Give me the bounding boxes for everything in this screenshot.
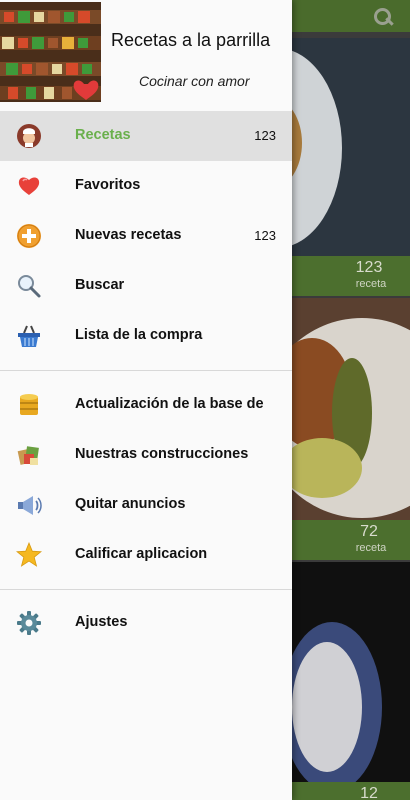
- menu-item-actualizacion-base[interactable]: Actualización de la base de: [0, 380, 292, 430]
- menu-item-buscar[interactable]: Buscar: [0, 261, 292, 311]
- menu-label: Quitar anuncios: [75, 496, 186, 512]
- recipe-unit: receta: [355, 278, 387, 290]
- recipe-image: [292, 38, 410, 256]
- recipe-count: 12: [360, 785, 378, 800]
- plus-badge-icon: [16, 223, 42, 249]
- recipe-card[interactable]: 72 receta: [292, 298, 410, 560]
- menu-item-nuestras-construcciones[interactable]: Nuestras construcciones: [0, 430, 292, 480]
- menu-count: 123: [254, 228, 276, 243]
- database-icon: [16, 392, 42, 418]
- recipe-card[interactable]: 12: [292, 562, 410, 800]
- gear-icon: [16, 610, 42, 636]
- recipe-image: [292, 562, 410, 792]
- recipe-image: [292, 298, 410, 520]
- recipe-unit: receta: [355, 542, 387, 554]
- menu-label: Recetas: [75, 127, 131, 143]
- menu-item-nuevas-recetas[interactable]: Nuevas recetas 123: [0, 211, 292, 261]
- chef-icon: [16, 123, 42, 149]
- app-subtitle: Cocinar con amor: [139, 73, 250, 89]
- menu-count: 123: [254, 128, 276, 143]
- menu-item-recetas[interactable]: Recetas 123: [0, 111, 292, 161]
- menu-divider: [0, 589, 292, 590]
- recipe-card-footer: 123 receta: [292, 256, 410, 296]
- app-title: Recetas a la parrilla: [111, 30, 271, 50]
- menu-item-lista-compra[interactable]: Lista de la compra: [0, 311, 292, 361]
- search-icon: [16, 273, 42, 299]
- menu-label: Ajustes: [75, 614, 128, 630]
- menu-label: Actualización de la base de: [75, 396, 264, 412]
- header-grill-image: [0, 2, 101, 102]
- heart-icon: [16, 173, 42, 199]
- megaphone-icon: [16, 492, 42, 518]
- menu-label: Buscar: [75, 277, 125, 293]
- recipe-count: 123: [355, 259, 383, 276]
- navigation-drawer: Recetas a la parrilla Cocinar con amor R…: [0, 0, 292, 800]
- apps-icon: [16, 442, 42, 468]
- menu-label: Favoritos: [75, 177, 141, 193]
- toolbar-search-icon[interactable]: [372, 6, 394, 28]
- menu-label: Nuestras construcciones: [75, 446, 249, 462]
- recipe-count: 72: [360, 523, 378, 540]
- menu-label: Nuevas recetas: [75, 227, 182, 243]
- menu-item-quitar-anuncios[interactable]: Quitar anuncios: [0, 480, 292, 530]
- drawer-header: Recetas a la parrilla Cocinar con amor: [0, 0, 292, 110]
- recipe-card[interactable]: 123 receta: [292, 38, 410, 296]
- menu-label: Calificar aplicacion: [75, 546, 208, 562]
- menu-item-calificar-aplicacion[interactable]: Calificar aplicacion: [0, 530, 292, 580]
- menu-item-ajustes[interactable]: Ajustes: [0, 598, 292, 648]
- recipe-card-footer: 72 receta: [292, 520, 410, 560]
- recipe-card-footer: 12: [292, 782, 410, 800]
- menu-divider: [0, 370, 292, 371]
- star-icon: [15, 541, 43, 568]
- basket-icon: [16, 323, 42, 349]
- menu-item-favoritos[interactable]: Favoritos: [0, 161, 292, 211]
- menu-label: Lista de la compra: [75, 327, 203, 343]
